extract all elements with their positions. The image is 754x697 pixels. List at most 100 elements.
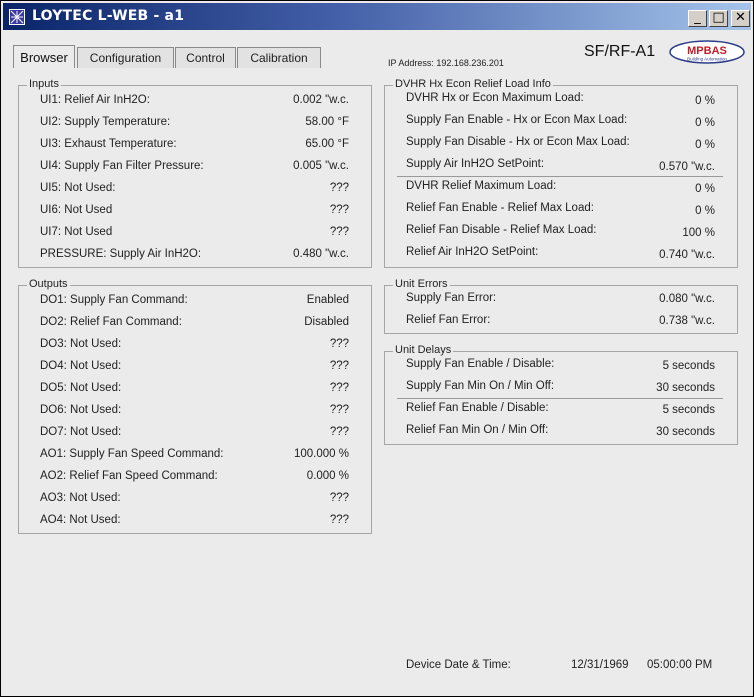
load-info-label: Supply Fan Enable - Hx or Econ Max Load: [406,114,628,126]
input-label: UI3: Exhaust Temperature: [40,138,177,150]
unit-error-value: 0.080 "w.c. [659,293,715,305]
unit-error-row: Relief Fan Error: 0.738 "w.c. [385,314,737,332]
load-info-row: Supply Fan Disable - Hx or Econ Max Load… [385,136,737,154]
output-row: DO7: Not Used:??? [19,426,371,444]
output-label: DO6: Not Used: [40,404,122,416]
output-value: ??? [329,492,349,504]
load-info-label: Relief Fan Disable - Relief Max Load: [406,224,597,236]
load-info-label: DVHR Relief Maximum Load: [406,180,557,192]
load-info-row: Relief Air InH2O SetPoint: 0.740 "w.c. [385,246,737,264]
output-label: DO7: Not Used: [40,426,122,438]
input-row: UI5: Not Used:??? [19,182,371,200]
input-value: ??? [329,226,349,238]
inputs-panel: Inputs UI1: Relief Air InH2O: 0.002 "w.c.… [18,78,372,268]
unit-error-label: Relief Fan Error: [406,314,491,326]
minimize-button[interactable]: _ [688,10,707,27]
ip-address: IP Address: 192.168.236.201 [388,58,504,68]
input-label: UI5: Not Used: [40,182,116,194]
unit-delay-row: Relief Fan Min On / Min Off: 30 seconds [385,424,737,442]
output-value: ??? [329,338,349,350]
unit-error-label: Supply Fan Error: [406,292,497,304]
output-row: AO1: Supply Fan Speed Command: 100.000 % [19,448,371,466]
unit-delay-row: Supply Fan Enable / Disable: 5 seconds [385,358,737,376]
unit-delays-panel: Unit Delays Supply Fan Enable / Disable:… [384,344,738,445]
output-value: ??? [329,404,349,416]
input-row: PRESSURE: Supply Air InH2O: 0.480 "w.c. [19,248,371,266]
output-value: Disabled [304,316,349,328]
input-row: UI2: Supply Temperature: 58.00 °F [19,116,371,134]
load-info-value: 0.740 "w.c. [659,249,715,261]
output-row: AO2: Relief Fan Speed Command: 0.000 % [19,470,371,488]
device-datetime-label: Device Date & Time: [406,659,511,671]
input-label: UI7: Not Used [40,226,113,238]
inputs-title: Inputs [27,78,61,90]
input-value: 0.005 "w.c. [293,160,349,172]
title-bar[interactable]: LOYTEC L-WEB - a1 _ □ ✕ [3,3,751,30]
load-info-label: Relief Fan Enable - Relief Max Load: [406,202,594,214]
tab-configuration[interactable]: Configuration [77,47,174,68]
tab-control[interactable]: Control [175,47,236,68]
input-value: 58.00 °F [305,116,349,128]
unit-error-value: 0.738 "w.c. [659,315,715,327]
output-label: AO3: Not Used: [40,492,121,504]
unit-delay-value: 30 seconds [656,382,715,394]
unit-delay-row: Supply Fan Min On / Min Off: 30 seconds [385,380,737,398]
unit-errors-title: Unit Errors [393,278,450,290]
load-info-value: 100 % [682,227,715,239]
output-value: ??? [329,426,349,438]
load-info-row: Relief Fan Enable - Relief Max Load: 0 % [385,202,737,220]
maximize-button[interactable]: □ [709,10,728,27]
output-row: DO3: Not Used:??? [19,338,371,356]
unit-delay-label: Relief Fan Min On / Min Off: [406,424,549,436]
output-value: Enabled [306,294,349,306]
load-info-divider [397,176,723,177]
input-label: UI2: Supply Temperature: [40,116,171,128]
load-info-row: DVHR Relief Maximum Load: 0 % [385,180,737,198]
input-label: UI6: Not Used [40,204,113,216]
input-value: 0.002 "w.c. [293,94,349,106]
input-value: 65.00 °F [305,138,349,150]
output-value: 0.000 % [306,470,349,482]
output-value: ??? [329,514,349,526]
mpbas-logo: MPBAS Building Automation [669,40,745,64]
output-label: AO1: Supply Fan Speed Command: [40,448,224,460]
unit-delay-value: 5 seconds [662,404,715,416]
logo-brand-text: MPBAS [687,45,727,57]
output-label: DO5: Not Used: [40,382,122,394]
load-info-value: 0.570 "w.c. [659,161,715,173]
unit-delays-title: Unit Delays [393,344,454,356]
input-value: 0.480 "w.c. [293,248,349,260]
input-row: UI6: Not Used??? [19,204,371,222]
close-button[interactable]: ✕ [731,10,750,27]
input-label: PRESSURE: Supply Air InH2O: [40,248,202,260]
load-info-label: Relief Air InH2O SetPoint: [406,246,539,258]
output-label: DO1: Supply Fan Command: [40,294,188,306]
unit-delay-value: 30 seconds [656,426,715,438]
output-row: DO4: Not Used:??? [19,360,371,378]
output-label: DO4: Not Used: [40,360,122,372]
load-info-row: Supply Air InH2O SetPoint: 0.570 "w.c. [385,158,737,176]
load-info-value: 0 % [695,117,715,129]
load-info-value: 0 % [695,205,715,217]
load-info-row: Supply Fan Enable - Hx or Econ Max Load:… [385,114,737,132]
unit-delay-value: 5 seconds [662,360,715,372]
load-info-row: Relief Fan Disable - Relief Max Load: 100… [385,224,737,242]
load-info-value: 0 % [695,139,715,151]
tab-calibration[interactable]: Calibration [237,47,321,68]
input-label: UI1: Relief Air InH2O: [40,94,150,106]
outputs-title: Outputs [27,278,70,290]
tab-browser[interactable]: Browser [13,45,75,68]
load-info-row: DVHR Hx or Econ Maximum Load: 0 % [385,92,737,110]
output-row: DO1: Supply Fan Command: Enabled [19,294,371,312]
output-label: AO2: Relief Fan Speed Command: [40,470,218,482]
input-row: UI7: Not Used??? [19,226,371,244]
output-label: AO4: Not Used: [40,514,121,526]
input-value: ??? [329,182,349,194]
load-info-label: Supply Fan Disable - Hx or Econ Max Load… [406,136,630,148]
unit-delay-label: Relief Fan Enable / Disable: [406,402,549,414]
output-value: 100.000 % [294,448,349,460]
unit-delays-divider [397,398,723,399]
output-row: AO3: Not Used:??? [19,492,371,510]
load-info-title: DVHR Hx Econ Relief Load Info [393,78,553,90]
output-label: DO2: Relief Fan Command: [40,316,182,328]
